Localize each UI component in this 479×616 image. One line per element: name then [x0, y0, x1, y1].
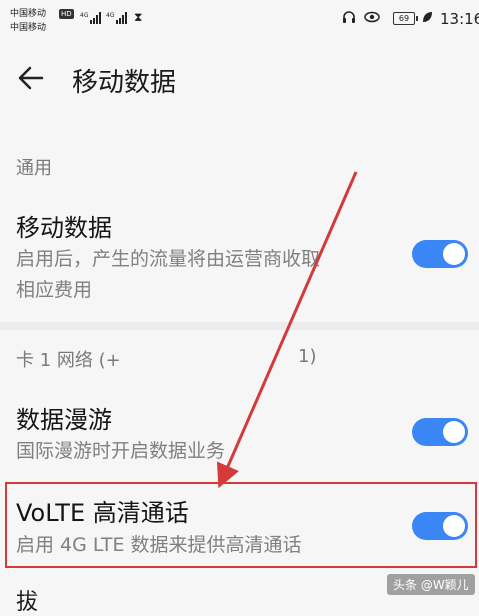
annotation-arrow: [216, 171, 358, 489]
watermark: 头条 @W颖儿: [387, 574, 475, 595]
